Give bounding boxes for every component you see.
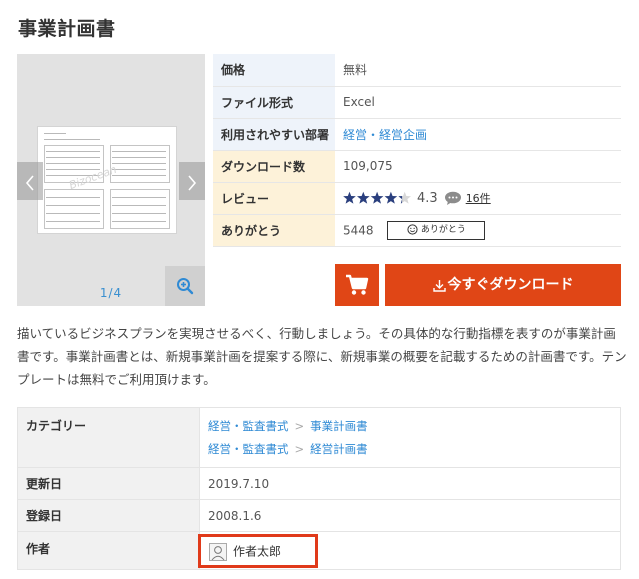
preview-panel: Bizocean 1/4	[17, 54, 205, 306]
smile-icon	[407, 223, 418, 235]
preview-prev-button[interactable]	[17, 162, 43, 200]
preview-next-button[interactable]	[179, 162, 205, 200]
info-row-downloads: ダウンロード数 109,075	[213, 150, 621, 183]
chevron-left-icon	[25, 174, 34, 191]
download-now-button[interactable]: 今すぐダウンロード	[385, 264, 621, 306]
preview-sheet[interactable]: Bizocean	[37, 126, 177, 234]
category-2-parent-link[interactable]: 経営・監査書式	[208, 442, 289, 456]
department-link[interactable]: 経営・経営企画	[343, 128, 427, 142]
download-icon	[432, 279, 446, 292]
category-separator: >	[294, 418, 305, 433]
format-value: Excel	[335, 86, 621, 119]
star-icon	[343, 191, 356, 204]
category-path-2: 経営・監査書式 > 経営計画書	[208, 438, 620, 461]
category-2-child-link[interactable]: 経営計画書	[310, 442, 368, 456]
downloads-value: 109,075	[335, 150, 621, 183]
thanks-button-label: ありがとう	[420, 224, 466, 235]
info-row-format: ファイル形式 Excel	[213, 86, 621, 119]
thanks-count: 5448	[343, 223, 374, 237]
updated-label: 更新日	[17, 467, 200, 500]
category-path-1: 経営・監査書式 > 事業計画書	[208, 415, 620, 438]
zoom-in-icon	[177, 278, 194, 295]
author-name: 作者太郎	[233, 544, 282, 559]
thanks-label: ありがとう	[213, 214, 335, 247]
rating-stars	[343, 191, 411, 204]
star-icon	[357, 191, 370, 204]
author-label: 作者	[17, 531, 200, 570]
detail-row-registered: 登録日 2008.1.6	[17, 499, 621, 532]
info-row-price: 価格 無料	[213, 54, 621, 87]
downloads-label: ダウンロード数	[213, 150, 335, 183]
format-label: ファイル形式	[213, 86, 335, 119]
category-1-child-link[interactable]: 事業計画書	[310, 419, 368, 433]
chevron-right-icon	[188, 174, 197, 191]
thanks-button[interactable]: ありがとう	[387, 220, 486, 240]
category-1-parent-link[interactable]: 経営・監査書式	[208, 419, 289, 433]
review-label: レビュー	[213, 182, 335, 215]
add-to-cart-button[interactable]	[335, 264, 379, 306]
cart-icon	[346, 274, 369, 295]
price-label: 価格	[213, 54, 335, 87]
detail-row-category: カテゴリー 経営・監査書式 > 事業計画書 経営・監査書式 > 経営計画書	[17, 407, 621, 468]
avatar-icon	[209, 542, 227, 561]
zoom-button[interactable]	[165, 266, 205, 306]
detail-row-updated: 更新日 2019.7.10	[17, 467, 621, 500]
registered-value: 2008.1.6	[199, 499, 621, 532]
info-row-department: 利用されやすい部署 経営・経営企画	[213, 118, 621, 151]
star-icon	[384, 191, 398, 204]
updated-value: 2019.7.10	[199, 467, 621, 500]
speech-bubble-icon	[444, 191, 461, 205]
info-row-review: レビュー 4.3 16件	[213, 182, 621, 215]
rating-value: 4.3	[417, 190, 438, 206]
page-title: 事業計画書	[18, 18, 116, 40]
detail-row-author: 作者 作者太郎	[17, 531, 621, 570]
price-value: 無料	[335, 54, 621, 87]
registered-label: 登録日	[17, 499, 200, 532]
department-label: 利用されやすい部署	[213, 118, 335, 151]
category-separator: >	[294, 441, 305, 456]
author-link[interactable]: 作者太郎	[198, 534, 318, 568]
template-description: 描いているビジネスプランを実現させるべく、行動しましょう。その具体的な行動指標を…	[17, 326, 627, 387]
star-icon	[370, 191, 384, 204]
download-button-label: 今すぐダウンロード	[447, 277, 574, 293]
review-count-link[interactable]: 16件	[466, 192, 491, 205]
category-label: カテゴリー	[17, 407, 200, 468]
info-table: 価格 無料 ファイル形式 Excel 利用されやすい部署 経営・経営企画 ダウン…	[213, 54, 621, 247]
detail-table: カテゴリー 経営・監査書式 > 事業計画書 経営・監査書式 > 経営計画書 更新日 20…	[17, 407, 621, 570]
info-row-thanks: ありがとう 5448 ありがとう	[213, 214, 621, 247]
